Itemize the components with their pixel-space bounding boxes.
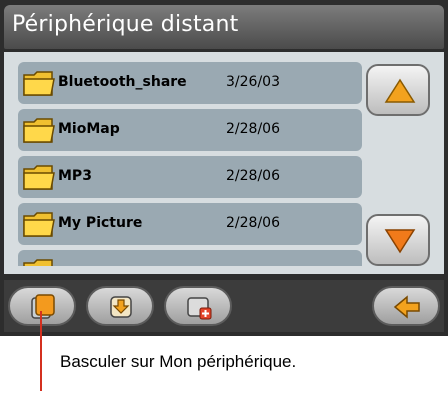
new-folder-button[interactable] <box>164 286 232 326</box>
file-list[interactable]: Bluetooth_share 3/26/03 MioMap 2/28/06 M… <box>18 62 362 266</box>
download-icon <box>110 296 132 318</box>
file-name: MP3 <box>58 168 92 184</box>
file-panel: Bluetooth_share 3/26/03 MioMap 2/28/06 M… <box>4 52 444 274</box>
folder-icon <box>23 71 55 96</box>
file-date: 2/28/06 <box>226 121 280 137</box>
list-item[interactable]: MP3 2/28/06 <box>18 156 362 198</box>
bottom-toolbar <box>4 280 444 332</box>
switch-device-icon <box>31 294 55 319</box>
file-date: 2/28/06 <box>226 215 280 231</box>
list-item[interactable]: My Picture 2/28/06 <box>18 203 362 245</box>
list-item[interactable]: Bluetooth_share 3/26/03 <box>18 62 362 104</box>
title-bar: Périphérique distant <box>4 5 444 49</box>
folder-icon <box>23 118 55 143</box>
file-date: 3/26/03 <box>226 74 280 90</box>
list-item-partial[interactable] <box>18 250 362 266</box>
download-button[interactable] <box>86 286 154 326</box>
scroll-down-button[interactable] <box>366 214 430 266</box>
window-title: Périphérique distant <box>12 12 239 37</box>
back-button[interactable] <box>372 286 440 326</box>
folder-icon <box>23 259 53 266</box>
scroll-up-button[interactable] <box>366 64 430 116</box>
switch-device-button[interactable] <box>8 286 76 326</box>
file-name: My Picture <box>58 215 143 231</box>
back-arrow-icon <box>393 295 420 319</box>
caption: Basculer sur Mon périphérique. <box>60 352 297 371</box>
file-date: 2/28/06 <box>226 168 280 184</box>
folder-icon <box>23 212 55 237</box>
list-item[interactable]: MioMap 2/28/06 <box>18 109 362 151</box>
folder-icon <box>23 165 55 190</box>
arrow-up-icon <box>384 78 416 103</box>
device-screen: Périphérique distant Bluetooth_share 3/2… <box>0 0 448 336</box>
arrow-down-icon <box>384 229 416 254</box>
new-folder-icon <box>187 297 212 320</box>
file-name: MioMap <box>58 121 120 137</box>
file-name: Bluetooth_share <box>58 74 187 90</box>
callout-line <box>40 311 42 391</box>
